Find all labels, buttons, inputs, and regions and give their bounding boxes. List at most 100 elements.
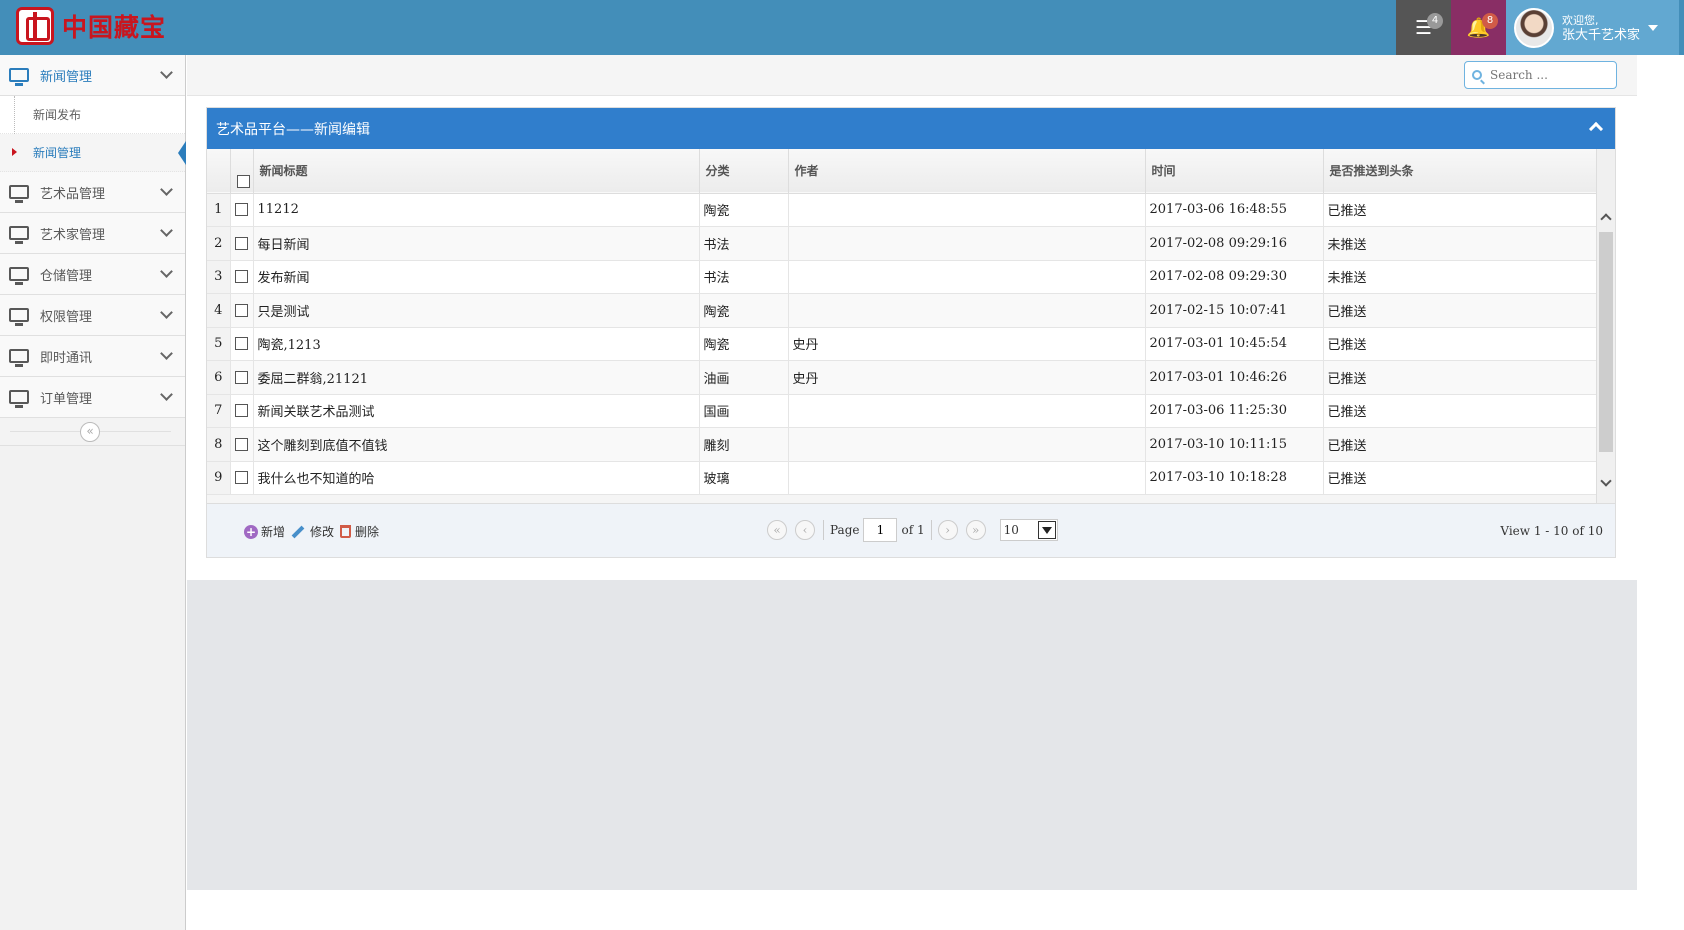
- column-header-pushed[interactable]: 是否推送到头条: [1323, 149, 1596, 193]
- sidebar-item-label: 艺术品管理: [40, 186, 106, 202]
- cell-author: [788, 461, 1146, 495]
- table-row[interactable]: 9 我什么也不知道的哈 玻璃 2017-03-10 10:18:28 已推送: [207, 461, 1596, 495]
- add-button[interactable]: + 新增: [244, 523, 285, 540]
- next-page-button[interactable]: ›: [937, 520, 958, 540]
- row-number: 4: [207, 293, 231, 327]
- table-row[interactable]: 4 只是测试 陶瓷 2017-02-15 10:07:41 已推送: [207, 293, 1596, 327]
- row-checkbox[interactable]: [235, 337, 248, 351]
- cell-time: 2017-02-15 10:07:41: [1145, 293, 1324, 327]
- sidebar-item-orders[interactable]: 订单管理: [0, 377, 185, 418]
- records-info: View 1 - 10 of 10: [1500, 524, 1603, 538]
- cell-pushed: 未推送: [1323, 260, 1596, 294]
- table-row[interactable]: 7 新闻关联艺术品测试 国画 2017-03-06 11:25:30 已推送: [207, 394, 1596, 428]
- pager-separator: [930, 520, 932, 540]
- scroll-up-icon[interactable]: [1600, 213, 1612, 225]
- table-row[interactable]: 5 陶瓷,1213 陶瓷 史丹 2017-03-01 10:45:54 已推送: [207, 327, 1596, 361]
- row-select-cell: [230, 293, 254, 327]
- chevron-down-icon: [160, 388, 173, 401]
- row-checkbox[interactable]: [235, 270, 248, 284]
- trash-icon: [340, 525, 352, 538]
- logo-text: 中国藏宝: [62, 13, 167, 42]
- submenu-item-news-manage[interactable]: 新闻管理: [0, 134, 186, 172]
- cell-pushed: 已推送: [1323, 394, 1596, 428]
- sidebar-item-artists[interactable]: 艺术家管理: [0, 213, 185, 254]
- sidebar-item-label: 艺术家管理: [40, 227, 106, 243]
- cell-title: 发布新闻: [253, 260, 700, 294]
- user-menu[interactable]: 欢迎您, 张大千艺术家: [1506, 0, 1679, 55]
- cell-time: 2017-03-10 10:11:15: [1145, 427, 1324, 461]
- row-select-cell: [230, 260, 254, 294]
- submenu-item-news-publish[interactable]: 新闻发布: [0, 96, 185, 134]
- tasks-button[interactable]: ☰ 4: [1396, 0, 1451, 55]
- row-checkbox[interactable]: [235, 437, 248, 451]
- sidebar-collapse-bar: «: [0, 418, 185, 446]
- row-select-cell: [230, 427, 254, 461]
- chevron-down-icon: [160, 224, 173, 237]
- row-checkbox[interactable]: [235, 303, 248, 317]
- search-icon: [1472, 70, 1482, 80]
- last-page-button[interactable]: »: [965, 520, 986, 540]
- edit-label: 修改: [310, 525, 335, 539]
- cell-author: [788, 260, 1146, 294]
- table-row[interactable]: 2 每日新闻 书法 2017-02-08 09:29:16 未推送: [207, 226, 1596, 260]
- sidebar-item-storage[interactable]: 仓储管理: [0, 254, 185, 295]
- row-checkbox[interactable]: [235, 203, 248, 217]
- cell-time: 2017-03-01 10:45:54: [1145, 327, 1324, 361]
- row-checkbox[interactable]: [235, 370, 248, 384]
- sidebar: 新闻管理 新闻发布 新闻管理 艺术品管理 艺术家管理 仓储管理 权限管理 即时通…: [0, 55, 186, 930]
- delete-button[interactable]: 删除: [340, 523, 379, 540]
- rows-per-page-select[interactable]: 10: [999, 519, 1058, 541]
- search-input[interactable]: [1490, 68, 1608, 82]
- pager-separator: [823, 520, 824, 540]
- column-header-time[interactable]: 时间: [1145, 149, 1324, 193]
- row-checkbox[interactable]: [235, 404, 248, 418]
- sidebar-item-news[interactable]: 新闻管理: [0, 55, 185, 96]
- cell-category: 油画: [699, 360, 789, 394]
- column-header-rownum: [207, 149, 231, 193]
- table-row[interactable]: 1 11212 陶瓷 2017-03-06 16:48:55 已推送: [207, 193, 1596, 227]
- page-number-input[interactable]: [863, 518, 898, 542]
- cell-pushed: 已推送: [1323, 360, 1596, 394]
- sidebar-collapse-button[interactable]: «: [80, 422, 100, 442]
- scroll-thumb[interactable]: [1599, 232, 1613, 452]
- row-number: 3: [207, 260, 231, 294]
- scroll-down-icon[interactable]: [1600, 475, 1612, 487]
- chevron-down-icon: [160, 265, 173, 278]
- chevron-down-icon: [160, 66, 173, 79]
- sidebar-item-artworks[interactable]: 艺术品管理: [0, 172, 185, 213]
- prev-page-button[interactable]: ‹: [795, 520, 815, 540]
- submenu-news: 新闻发布 新闻管理: [0, 96, 186, 172]
- column-header-author[interactable]: 作者: [788, 149, 1146, 193]
- cell-title: 委屈二群翁,21121: [253, 360, 700, 394]
- notifications-button[interactable]: 🔔 8: [1451, 0, 1506, 55]
- column-header-title[interactable]: 新闻标题: [253, 149, 700, 193]
- row-number: 5: [207, 327, 231, 361]
- monitor-icon: [9, 267, 29, 285]
- chevron-down-icon: [160, 347, 173, 360]
- first-page-button[interactable]: «: [767, 520, 787, 540]
- table-row[interactable]: 8 这个雕刻到底值不值钱 雕刻 2017-03-10 10:11:15 已推送: [207, 427, 1596, 461]
- table-header-row: 新闻标题 分类 作者 时间 是否推送到头条: [207, 149, 1596, 193]
- table-row[interactable]: 3 发布新闻 书法 2017-02-08 09:29:30 未推送: [207, 260, 1596, 294]
- cell-time: 2017-03-06 16:48:55: [1145, 193, 1324, 227]
- table-row[interactable]: 6 委屈二群翁,21121 油画 史丹 2017-03-01 10:46:26 …: [207, 360, 1596, 394]
- cell-author: [788, 193, 1146, 227]
- sidebar-item-messaging[interactable]: 即时通讯: [0, 336, 185, 377]
- select-all-checkbox[interactable]: [236, 174, 250, 188]
- sidebar-item-label: 新闻管理: [40, 69, 93, 85]
- sidebar-item-permissions[interactable]: 权限管理: [0, 295, 185, 336]
- breadcrumb-bar: [187, 55, 1637, 96]
- column-header-select: [230, 149, 254, 193]
- sidebar-item-label: 权限管理: [40, 309, 93, 325]
- brand-logo[interactable]: 中国藏宝: [16, 7, 166, 45]
- row-checkbox[interactable]: [235, 236, 248, 250]
- chevron-up-icon[interactable]: [1588, 121, 1604, 137]
- cell-title: 11212: [253, 193, 700, 227]
- row-checkbox[interactable]: [235, 471, 248, 485]
- cell-category: 陶瓷: [699, 293, 789, 327]
- row-number: 7: [207, 394, 231, 428]
- column-header-category[interactable]: 分类: [699, 149, 789, 193]
- edit-button[interactable]: 修改: [291, 523, 334, 540]
- grid-scrollbar[interactable]: [1596, 149, 1615, 503]
- cell-author: 史丹: [788, 360, 1146, 394]
